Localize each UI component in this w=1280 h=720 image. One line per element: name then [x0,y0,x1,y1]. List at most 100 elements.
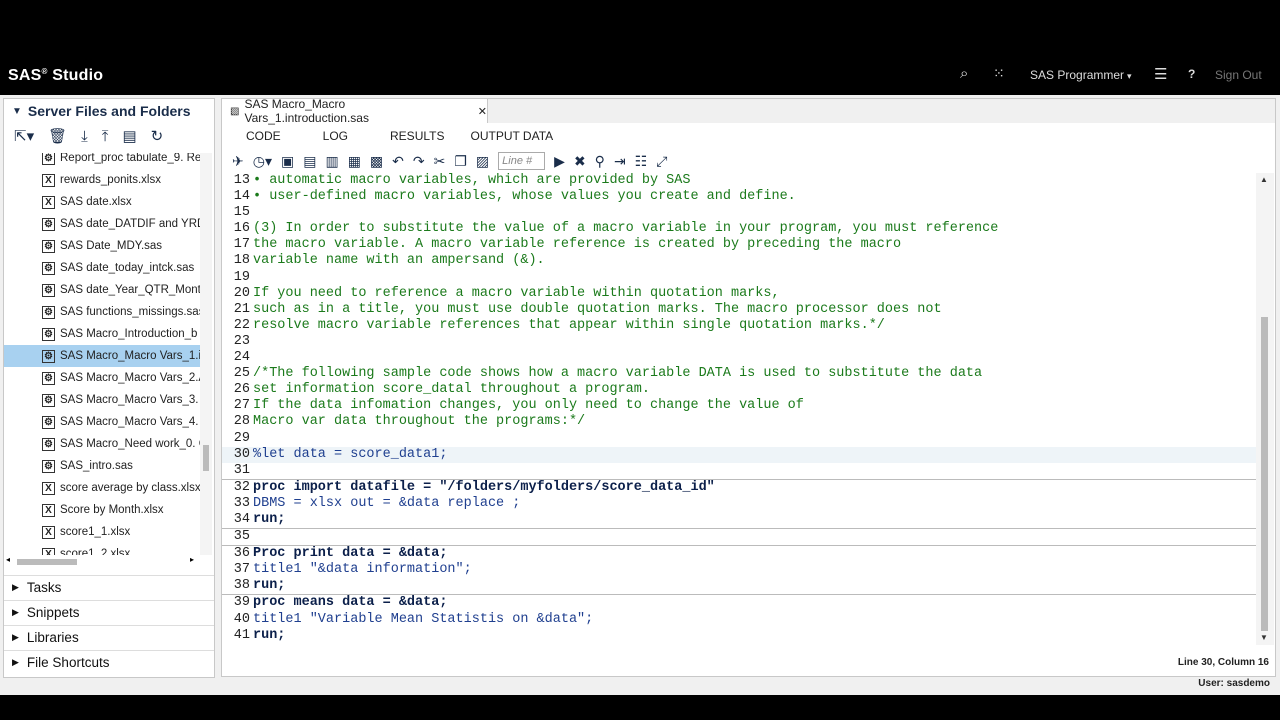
maximize-icon[interactable]: ⤢ [656,153,667,170]
code-line[interactable]: 28 Macro var data throughout the programs… [222,414,1256,430]
section-snippets[interactable]: ▶ Snippets [4,600,214,624]
file-item[interactable]: ⚙ SAS Macro_Macro Vars_1.ir [4,345,200,367]
file-item[interactable]: ⚙ SAS functions_missings.sas [4,301,200,323]
refresh-icon[interactable]: ↻ [151,127,164,145]
code-line[interactable]: 32 proc import datafile = "/folders/myfol… [222,480,1256,496]
editor-scrollbar-thumb[interactable] [1261,317,1268,631]
code-line[interactable]: 31 [222,463,1256,480]
file-item[interactable]: ⚙ SAS Macro_Introduction_b [4,323,200,345]
perspective-menu[interactable]: SAS Programmer ▾ [1030,68,1132,82]
section-file-shortcuts[interactable]: ▶ File Shortcuts [4,650,214,674]
apps-grid-icon[interactable]: ⁙ [993,65,1005,82]
code-line[interactable]: 27 If the data infomation changes, you on… [222,398,1256,414]
run-icon[interactable]: ✈ [232,153,244,170]
file-item[interactable]: Xrewards_ponits.xlsx [4,169,200,191]
code-line[interactable]: 42 [222,644,1256,645]
code-line[interactable]: 24 [222,350,1256,366]
close-tab-icon[interactable]: ✕ [478,105,487,118]
tab-code[interactable]: CODE [246,129,281,143]
code-line[interactable]: 33 DBMS = xlsx out = &data replace ; [222,496,1256,512]
code-line[interactable]: 34 run; [222,512,1256,530]
code-editor[interactable]: 13 • automatic macro variables, which are… [222,173,1256,645]
export-icon[interactable]: ▥ [325,153,338,170]
file-item[interactable]: ⚙ SAS_intro.sas [4,455,200,477]
go-to-line-icon[interactable]: ▶ [554,153,565,170]
code-line[interactable]: 41 run; [222,628,1256,644]
section-tasks[interactable]: ▶ Tasks [4,575,214,599]
file-item[interactable]: ⚙ SAS Macro_Need work_0. C [4,433,200,455]
menu-icon[interactable]: ☰ [1154,65,1167,83]
save-icon[interactable]: ▣ [281,153,294,170]
new-file-icon[interactable]: ⇱▾ [14,127,34,145]
file-item[interactable]: ⚙ Report_proc tabulate_9. Re [4,153,200,169]
code-line[interactable]: 36 Proc print data = &data; [222,546,1256,562]
save-as-icon[interactable]: ▤ [303,153,316,170]
code-line[interactable]: 29 [222,431,1256,447]
scrollbar-thumb[interactable] [203,445,209,471]
code-line[interactable]: 13 • automatic macro variables, which are… [222,173,1256,189]
file-item[interactable]: ⚙ SAS Macro_Macro Vars_4. D [4,411,200,433]
code-line[interactable]: 18 variable name with an ampersand (&). [222,253,1256,269]
history-icon[interactable]: ◷▾ [253,153,272,170]
clear-icon[interactable]: ✖ [574,153,586,170]
scroll-up-icon[interactable]: ▲ [1260,175,1268,184]
file-item[interactable]: Xscore average by class.xlsx [4,477,200,499]
search-icon[interactable]: ⌕ [960,65,968,82]
section-libraries[interactable]: ▶ Libraries [4,625,214,649]
code-line[interactable]: 19 [222,270,1256,286]
code-line[interactable]: 38 run; [222,578,1256,596]
editor-scrollbar[interactable]: ▲ ▼ [1256,173,1274,645]
print-icon[interactable]: ▩ [370,153,383,170]
submit-lines-icon[interactable]: ⇥ [614,153,626,170]
print-preview-icon[interactable]: ▦ [348,153,361,170]
file-item[interactable]: X Score by Month.xlsx [4,499,200,521]
code-line[interactable]: 26 set information score_datal throughout… [222,382,1256,398]
file-item[interactable]: X SAS date.xlsx [4,191,200,213]
tab-output-data[interactable]: OUTPUT DATA [470,129,553,143]
code-line[interactable]: 35 [222,529,1256,547]
delete-icon[interactable]: 🗑 [48,127,67,145]
code-line[interactable]: 15 [222,205,1256,221]
file-item[interactable]: ⚙ SAS date_today_intck.sas [4,257,200,279]
file-item[interactable]: ⚙ SAS date_Year_QTR_Month [4,279,200,301]
file-list-scrollbar[interactable] [200,153,212,555]
file-item[interactable]: Xscore1_2.xlsx [4,543,200,555]
cut-icon[interactable]: ✂ [434,153,446,170]
undo-icon[interactable]: ↶ [392,153,404,170]
paste-icon[interactable]: ▨ [476,153,489,170]
code-line[interactable]: 40 title1 "Variable Mean Statistis on &da… [222,612,1256,628]
code-line[interactable]: 37 title1 "&data information"; [222,562,1256,578]
tab-log[interactable]: LOG [323,129,348,143]
line-number-input[interactable]: Line # [498,152,546,170]
code-line[interactable]: 39 proc means data = &data; [222,595,1256,611]
server-files-header[interactable]: ▼ Server Files and Folders [4,99,214,123]
file-item[interactable]: Xscore1_1.xlsx [4,521,200,543]
scroll-right-icon[interactable]: ▸ [190,555,194,564]
help-button[interactable]: ? [1188,67,1195,81]
code-line[interactable]: 22 resolve macro variable references that… [222,318,1256,334]
file-item[interactable]: ⚙ SAS Macro_Macro Vars_2.A [4,367,200,389]
code-line[interactable]: 23 [222,334,1256,350]
editor-file-tab[interactable]: ▧ SAS Macro_Macro Vars_1.introduction.sa… [222,97,488,125]
hscrollbar-thumb[interactable] [17,559,77,565]
scroll-left-icon[interactable]: ◂ [6,555,10,564]
code-line[interactable]: 25/*The following sample code shows how … [222,366,1256,382]
binoculars-icon[interactable]: ⚲ [595,153,605,170]
upload-icon[interactable]: ⤒ [102,128,109,145]
file-item[interactable]: ⚙ SAS date_DATDIF and YRDI [4,213,200,235]
code-line[interactable]: 20 If you need to reference a macro varia… [222,286,1256,302]
sign-out-link[interactable]: Sign Out [1215,68,1262,82]
format-code-icon[interactable]: ☷ [635,153,648,170]
download-icon[interactable]: ⤓ [81,128,88,145]
file-list-hscrollbar[interactable]: ◂ ▸ [6,555,200,568]
scroll-down-icon[interactable]: ▼ [1260,633,1268,642]
code-line[interactable]: 21 such as in a title, you must use doubl… [222,302,1256,318]
tab-results[interactable]: RESULTS [390,129,444,143]
file-item[interactable]: ⚙ SAS Macro_Macro Vars_3. U [4,389,200,411]
code-line[interactable]: 17 the macro variable. A macro variable r… [222,237,1256,253]
redo-icon[interactable]: ↷ [413,153,425,170]
file-item[interactable]: ⚙ SAS Date_MDY.sas [4,235,200,257]
code-line[interactable]: 14 • user-defined macro variables, whose … [222,189,1256,205]
copy-icon[interactable]: ❐ [454,153,467,170]
code-line[interactable]: 30 %let data = score_data1; [222,446,1256,463]
